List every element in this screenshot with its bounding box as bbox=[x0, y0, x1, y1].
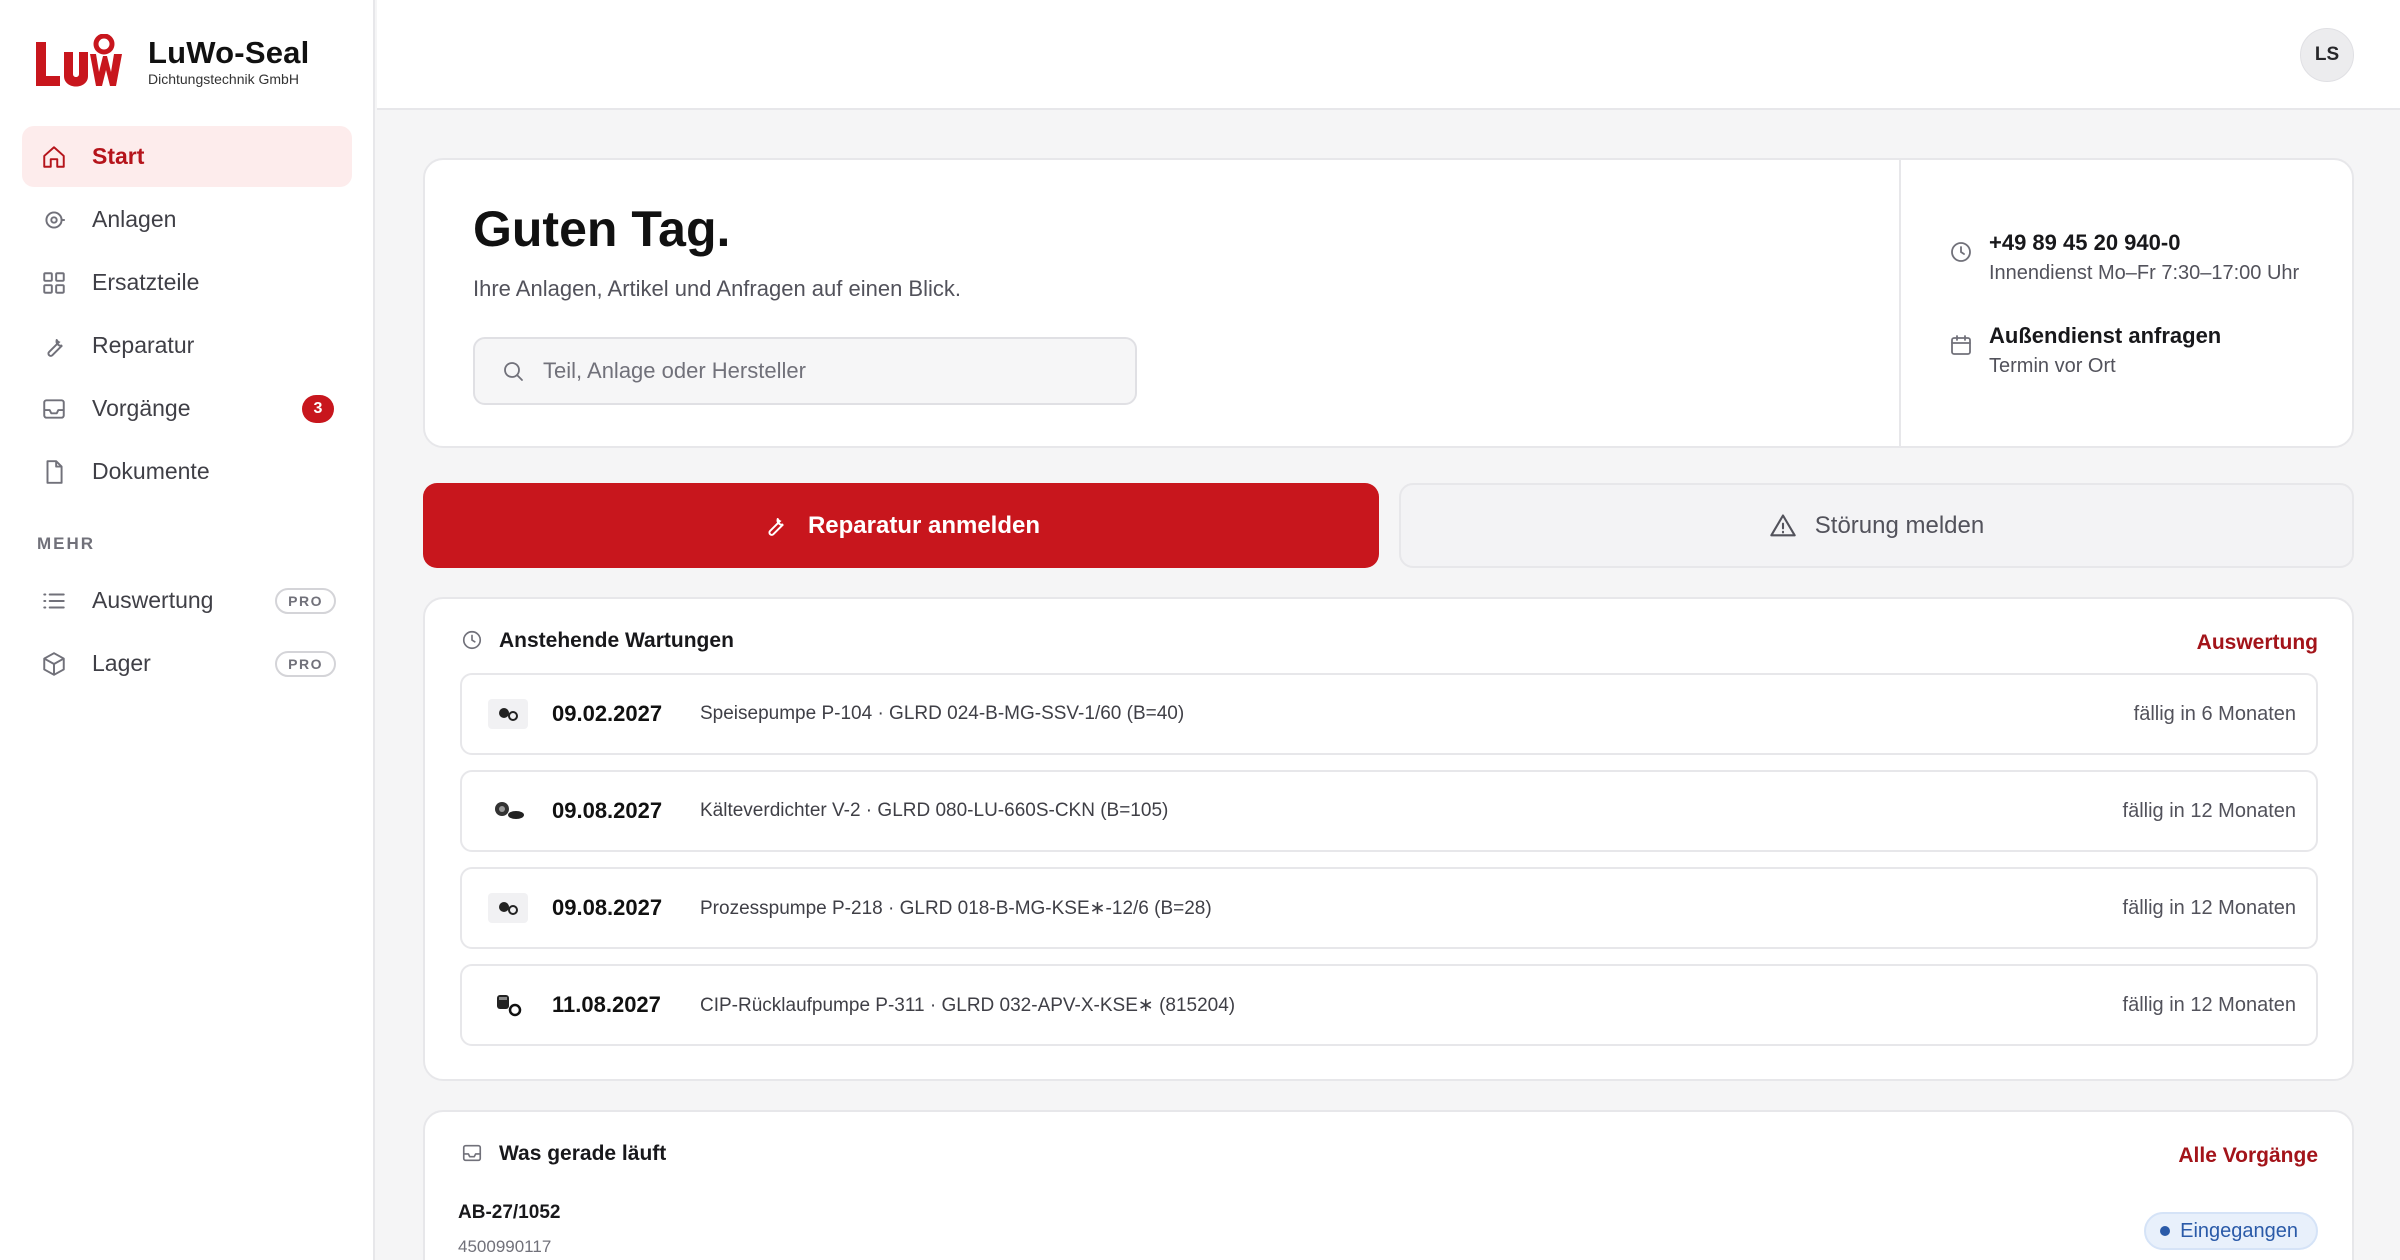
sidebar-item-label: Ersatzteile bbox=[92, 269, 200, 295]
sidebar-item-label: Lager bbox=[92, 650, 151, 676]
sidebar-item-label: Anlagen bbox=[92, 206, 177, 232]
all-processes-link[interactable]: Alle Vorgänge bbox=[2178, 1144, 2318, 1168]
maintenance-description: Speisepumpe P-104 · GLRD 024-B-MG-SSV-1/… bbox=[700, 703, 1185, 724]
wrench-icon bbox=[762, 512, 790, 540]
card-title: Was gerade läuft bbox=[499, 1142, 667, 1165]
search-icon bbox=[501, 359, 525, 383]
maintenance-date: 09.08.2027 bbox=[552, 895, 663, 920]
current-processes-card: Was gerade läuft Alle Vorgänge AB-27/105… bbox=[423, 1110, 2354, 1260]
maintenance-date: 09.02.2027 bbox=[552, 701, 663, 726]
sidebar-item-label: Reparatur bbox=[92, 332, 195, 358]
plant-icon bbox=[40, 206, 68, 234]
sidebar-item-dokumente[interactable]: Dokumente bbox=[22, 441, 352, 502]
maintenance-description: Prozesspumpe P-218 · GLRD 018-B-MG-KSE∗-… bbox=[700, 897, 1212, 919]
seal-thumbnail-icon bbox=[488, 796, 528, 826]
sidebar-item-reparatur[interactable]: Reparatur bbox=[22, 315, 352, 376]
status-badge: Eingegangen bbox=[2144, 1212, 2318, 1250]
clock-icon bbox=[1949, 240, 1975, 266]
field-service-request[interactable]: Außendienst anfragen Termin vor Ort bbox=[1949, 321, 2329, 381]
brand-subtitle: Dichtungstechnik GmbH bbox=[148, 71, 299, 87]
maintenance-due: fällig in 12 Monaten bbox=[2122, 896, 2296, 919]
maintenance-row[interactable]: 09.08.2027 Kälteverdichter V-2 · GLRD 08… bbox=[460, 770, 2318, 852]
box-icon bbox=[40, 650, 68, 678]
page-subtitle: Ihre Anlagen, Artikel und Anfragen auf e… bbox=[473, 276, 961, 301]
welcome-card: Guten Tag. Ihre Anlagen, Artikel und Anf… bbox=[423, 158, 2354, 448]
maintenance-description: CIP-Rücklaufpumpe P-311 · GLRD 032-APV-X… bbox=[700, 994, 1236, 1016]
luwo-logo-icon bbox=[34, 33, 126, 90]
process-id[interactable]: AB-27/1052 bbox=[458, 1202, 560, 1224]
warning-icon bbox=[1769, 512, 1797, 540]
search-box[interactable] bbox=[473, 337, 1137, 405]
seal-thumbnail-icon bbox=[488, 699, 528, 729]
seal-thumbnail-icon bbox=[488, 893, 528, 923]
seal-thumbnail-icon bbox=[488, 990, 528, 1020]
vorgaenge-count-badge: 3 bbox=[302, 395, 334, 423]
register-repair-label: Reparatur anmelden bbox=[807, 511, 1041, 539]
wrench-icon bbox=[40, 332, 68, 360]
sidebar-item-start[interactable]: Start bbox=[22, 126, 352, 187]
top-bar: LS bbox=[377, 0, 2400, 110]
maintenance-row[interactable]: 09.08.2027 Prozesspumpe P-218 · GLRD 018… bbox=[460, 867, 2318, 949]
office-hours: Innendienst Mo–Fr 7:30–17:00 Uhr bbox=[1989, 262, 2300, 284]
maintenance-due: fällig in 6 Monaten bbox=[2133, 702, 2296, 725]
sidebar: LuWo-Seal Dichtungstechnik GmbH Start An… bbox=[0, 0, 375, 1260]
pro-badge: PRO bbox=[275, 651, 336, 677]
pro-badge: PRO bbox=[275, 588, 336, 614]
maintenance-row[interactable]: 09.02.2027 Speisepumpe P-104 · GLRD 024-… bbox=[460, 673, 2318, 755]
maintenance-row[interactable]: 11.08.2027 CIP-Rücklaufpumpe P-311 · GLR… bbox=[460, 964, 2318, 1046]
maintenance-description: Kälteverdichter V-2 · GLRD 080-LU-660S-C… bbox=[700, 800, 1169, 821]
status-label: Eingegangen bbox=[2180, 1219, 2298, 1242]
inbox-icon bbox=[461, 1142, 485, 1166]
home-icon bbox=[40, 143, 68, 171]
sidebar-item-auswertung[interactable]: Auswertung PRO bbox=[22, 570, 352, 631]
maintenance-due: fällig in 12 Monaten bbox=[2122, 799, 2296, 822]
section-label-mehr: MEHR bbox=[37, 534, 96, 553]
sidebar-item-vorgaenge[interactable]: Vorgänge 3 bbox=[22, 378, 352, 439]
brand-logo[interactable]: LuWo-Seal Dichtungstechnik GmbH bbox=[34, 33, 310, 90]
auswertung-link[interactable]: Auswertung bbox=[2197, 631, 2318, 655]
page-title: Guten Tag. bbox=[473, 201, 731, 257]
sidebar-item-label: Dokumente bbox=[92, 458, 210, 484]
hero-divider bbox=[1899, 160, 1901, 446]
phone-contact[interactable]: +49 89 45 20 940-0 Innendienst Mo–Fr 7:3… bbox=[1949, 228, 2329, 288]
more-nav: Auswertung PRO Lager PRO bbox=[22, 570, 352, 696]
document-icon bbox=[40, 458, 68, 486]
search-input[interactable] bbox=[543, 358, 1103, 384]
card-title: Anstehende Wartungen bbox=[499, 629, 734, 652]
sidebar-item-lager[interactable]: Lager PRO bbox=[22, 633, 352, 694]
user-avatar[interactable]: LS bbox=[2300, 28, 2354, 82]
clock-icon bbox=[461, 629, 485, 653]
brand-name: LuWo-Seal bbox=[148, 35, 310, 70]
grid-icon bbox=[40, 269, 68, 297]
upcoming-maintenance-card: Anstehende Wartungen Auswertung 09.02.20… bbox=[423, 597, 2354, 1081]
status-dot-icon bbox=[2160, 1226, 2171, 1236]
field-service-title: Außendienst anfragen bbox=[1989, 323, 2222, 348]
report-fault-button[interactable]: Störung melden bbox=[1399, 483, 2354, 568]
field-service-subtitle: Termin vor Ort bbox=[1989, 355, 2116, 377]
sidebar-item-anlagen[interactable]: Anlagen bbox=[22, 189, 352, 250]
calendar-icon bbox=[1949, 333, 1975, 359]
sidebar-item-ersatzteile[interactable]: Ersatzteile bbox=[22, 252, 352, 313]
main-nav: Start Anlagen Ersatzteile Reparatur Vorg… bbox=[22, 126, 352, 504]
inbox-icon bbox=[40, 395, 68, 423]
phone-number: +49 89 45 20 940-0 bbox=[1989, 230, 2181, 255]
maintenance-due: fällig in 12 Monaten bbox=[2122, 993, 2296, 1016]
maintenance-date: 09.08.2027 bbox=[552, 798, 663, 823]
list-icon bbox=[40, 587, 68, 615]
register-repair-button[interactable]: Reparatur anmelden bbox=[423, 483, 1379, 568]
report-fault-label: Störung melden bbox=[1814, 511, 1985, 539]
process-reference: 4500990117 bbox=[458, 1237, 552, 1256]
maintenance-date: 11.08.2027 bbox=[552, 992, 661, 1017]
sidebar-item-label: Vorgänge bbox=[92, 395, 191, 421]
sidebar-item-label: Start bbox=[92, 143, 145, 169]
sidebar-item-label: Auswertung bbox=[92, 587, 214, 613]
